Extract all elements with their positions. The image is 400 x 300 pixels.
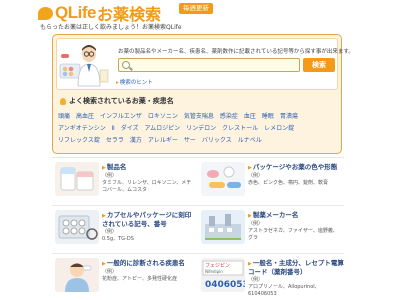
card-title: 製品名 — [102, 163, 127, 172]
popular-tag-link[interactable]: 高血圧 — [76, 111, 94, 123]
popular-tag-link[interactable]: ロキソニン — [148, 111, 178, 123]
popular-tag-link[interactable]: セララ — [106, 135, 124, 147]
search-hint-link[interactable]: ▸検索のヒント — [116, 78, 153, 86]
card-example-text: アストラゼネカ、ファイザー、塩野義、グラ — [248, 228, 338, 241]
category-card-generic-name[interactable]: フェジピン Nifedipin 0406053 一般名・主成分、レセプト電算コー… — [198, 253, 344, 300]
popular-tags: 頭痛 高血圧 インフルエンザ ロキソニン 気管支喘息 感染症 血圧 睡眠 胃潰瘍アンギオテンシン… — [58, 111, 344, 147]
pill-bottle-image — [55, 162, 99, 196]
card-example-label: （例） — [102, 173, 118, 179]
search-category-grid: 製品名 （例） タミフル、リレンザ、ロキソニン、メチコバール、ムコスタ パッケー… — [52, 157, 344, 300]
popular-tag-link[interactable]: 感染症 — [220, 111, 238, 123]
factory-image — [201, 210, 245, 244]
popular-tag-link[interactable]: クレストール — [222, 123, 258, 135]
blister-pack-image — [55, 210, 99, 244]
search-hint-label: 検索のヒント — [119, 80, 153, 86]
popular-tag-link[interactable]: 頭痛 — [58, 111, 70, 123]
card-title: パッケージやお薬の色や形態 — [248, 163, 344, 172]
popular-tag-link[interactable]: 気管支喘息 — [184, 111, 214, 123]
popular-tag-link[interactable]: 漢方 — [130, 135, 142, 147]
category-card-disease[interactable]: 一般的に診断される疾患名 （例） 花粉症、アトピー、多発性硬化症 — [52, 253, 198, 300]
popular-tag-link[interactable]: ダイズ — [121, 123, 139, 135]
popular-tag-link[interactable]: アンギオテンシン — [58, 123, 106, 135]
popular-tag-link[interactable]: リンデロン — [186, 123, 216, 135]
popular-tag-link[interactable]: 血圧 — [244, 111, 256, 123]
arrow-right-icon: ▸ — [116, 80, 119, 86]
card-title: 製薬メーカー名 — [248, 211, 299, 220]
card-title: カプセルやパッケージに刻印されている記号、番号 — [102, 211, 196, 228]
popular-tag-link[interactable]: 睡眠 — [262, 111, 274, 123]
search-input[interactable] — [118, 58, 300, 72]
popular-tag-link[interactable]: Ⅱ — [112, 123, 115, 135]
popular-tag-link[interactable]: アムロジピン — [145, 123, 181, 135]
popular-title: よく検索されているお薬・疾患名 — [60, 96, 174, 106]
patient-image — [55, 258, 99, 292]
category-card-imprint-code[interactable]: カプセルやパッケージに刻印されている記号、番号 （例） 0.5g、TG-DS — [52, 205, 198, 253]
card-example-text: 0.5g、TG-DS — [102, 236, 134, 242]
pill-sheet-code-image: フェジピン Nifedipin 0406053 — [201, 258, 245, 292]
popular-tag-link[interactable]: バリックス — [202, 135, 232, 147]
popular-tag-link[interactable]: インフルエンザ — [100, 111, 142, 123]
logo-speech-icon — [38, 6, 53, 20]
search-icon — [122, 61, 130, 69]
popular-tag-link[interactable]: アレルギー — [148, 135, 178, 147]
update-badge: 毎週更新 — [179, 3, 213, 14]
category-card-manufacturer[interactable]: 製薬メーカー名 （例） アストラゼネカ、ファイザー、塩野義、グラ — [198, 205, 344, 253]
code-label: 0406053 — [205, 280, 245, 290]
card-example-text: 赤色、ピンク色、楕円、錠剤、軟膏 — [248, 180, 329, 186]
popular-tag-link[interactable]: ルナベル — [238, 135, 262, 147]
card-example-label: （例） — [248, 277, 264, 283]
popular-tag-link[interactable]: レメロン錠 — [264, 123, 294, 135]
card-example-label: （例） — [248, 173, 264, 179]
search-description: お薬の製品名やメーカー名、疾患名、薬剤数作に記載されている記号等から探す事が出来… — [118, 49, 354, 55]
pills-image — [201, 162, 245, 196]
card-example-text: アロプリノール、Allopurinol、610406053 — [248, 284, 320, 297]
svg-text:Nifedipin: Nifedipin — [205, 269, 223, 274]
popular-tag-link[interactable]: リフレックス錠 — [58, 135, 100, 147]
card-example-text: 花粉症、アトピー、多発性硬化症 — [102, 276, 177, 282]
popular-tag-link[interactable]: サー — [184, 135, 196, 147]
card-example-text: タミフル、リレンザ、ロキソニン、メチコバール、ムコスタ — [102, 180, 192, 193]
category-card-color-shape[interactable]: パッケージやお薬の色や形態 （例） 赤色、ピンク色、楕円、錠剤、軟膏 — [198, 157, 344, 205]
lightbulb-icon — [60, 97, 66, 105]
doctor-illustration — [59, 45, 109, 87]
category-card-product-name[interactable]: 製品名 （例） タミフル、リレンザ、ロキソニン、メチコバール、ムコスタ — [52, 157, 198, 205]
card-example-label: （例） — [102, 229, 118, 235]
popular-tag-link[interactable]: 胃潰瘍 — [280, 111, 298, 123]
card-title: 一般名・主成分、レセプト電算コード（薬剤番号） — [248, 259, 344, 276]
popular-title-text: よく検索されているお薬・疾患名 — [69, 97, 174, 105]
logo-text: QLife — [55, 3, 96, 22]
header: QLife お薬検索 毎週更新 もらったお薬は正しく飲みましょう！お薬検索QLi… — [0, 0, 400, 34]
card-example-label: （例） — [248, 221, 264, 227]
search-button[interactable]: 検索 — [303, 58, 335, 72]
card-title: 一般的に診断される疾患名 — [102, 259, 185, 268]
card-example-label: （例） — [102, 269, 118, 275]
tagline: もらったお薬は正しく飲みましょう！お薬検索QLife — [40, 24, 182, 31]
